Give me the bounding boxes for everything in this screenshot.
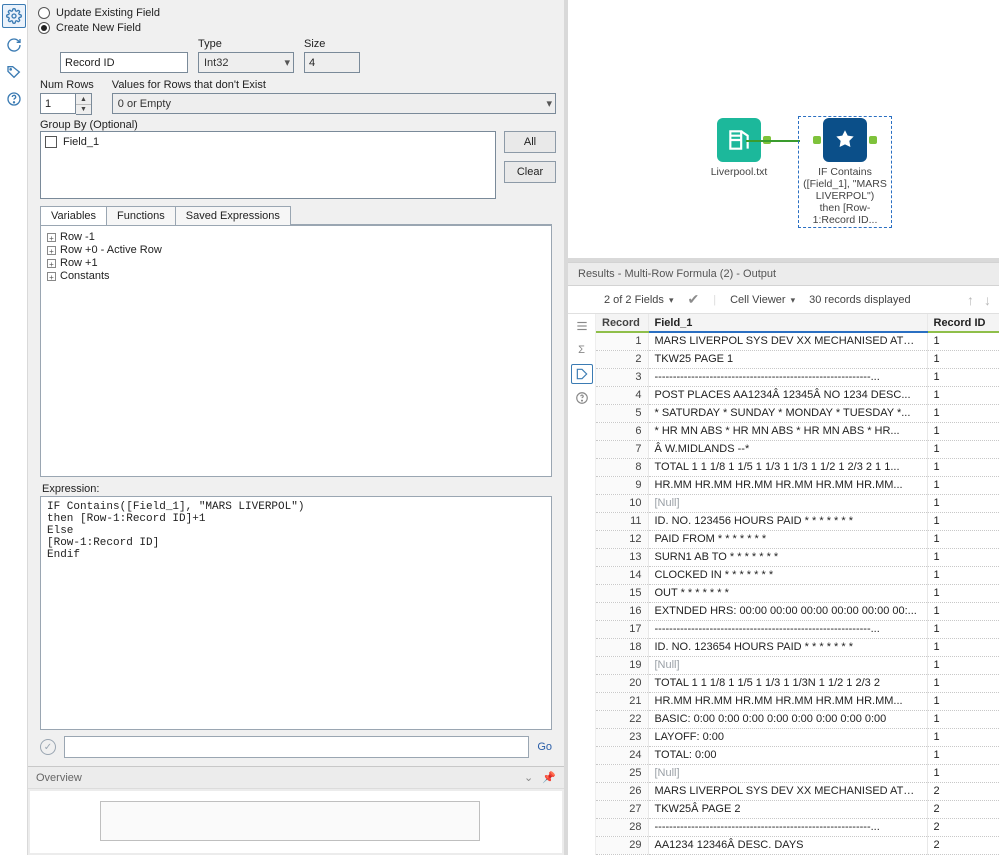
col-field1[interactable]: Field_1 — [648, 314, 927, 332]
col-recordid[interactable]: Record ID — [927, 314, 999, 332]
list-icon[interactable] — [571, 316, 593, 336]
help-small-icon[interactable] — [571, 388, 593, 408]
tool-icon-strip — [0, 0, 28, 855]
config-panel: Update Existing Field Create New Field R… — [28, 0, 568, 855]
tag-icon[interactable] — [2, 60, 26, 84]
expand-icon[interactable]: + — [47, 272, 56, 281]
records-displayed: 30 records displayed — [809, 294, 911, 306]
overview-viewport[interactable] — [100, 801, 480, 841]
formula-node-label: IF Contains ([Field_1], "MARS LIVERPOL")… — [800, 166, 890, 226]
values-select[interactable]: 0 or Empty▾ — [112, 93, 556, 114]
overview-title: Overview — [36, 772, 82, 784]
workflow-canvas[interactable]: Liverpool.txt IF Contains ([Field_1], "M… — [568, 0, 999, 262]
arrow-down-icon[interactable]: ↓ — [984, 292, 991, 308]
radio-create-new[interactable] — [38, 22, 50, 34]
radio-update-label: Update Existing Field — [56, 7, 160, 19]
col-record[interactable]: Record — [596, 314, 648, 332]
goto-input[interactable] — [64, 736, 529, 758]
sigma-icon[interactable]: Σ — [571, 340, 593, 360]
all-button[interactable]: All — [504, 131, 556, 153]
anchor-icon[interactable] — [571, 364, 593, 384]
table-row[interactable]: 22BASIC: 0:00 0:00 0:00 0:00 0:00 0:00 0… — [596, 710, 999, 728]
groupby-label: Group By (Optional) — [40, 119, 138, 131]
help-icon[interactable] — [2, 87, 26, 111]
size-input[interactable]: 4 — [304, 52, 360, 73]
go-button[interactable]: Go — [537, 741, 552, 753]
input-node-label: Liverpool.txt — [694, 166, 784, 178]
results-grid[interactable]: Record Field_1 Record ID 1MARS LIVERPOL … — [596, 314, 999, 855]
expression-tabs: Variables Functions Saved Expressions — [40, 205, 552, 225]
expand-icon[interactable]: + — [47, 246, 56, 255]
table-row[interactable]: 6* HR MN ABS * HR MN ABS * HR MN ABS * H… — [596, 422, 999, 440]
expression-label: Expression: — [42, 483, 556, 495]
arrow-up-icon[interactable]: ↑ — [967, 292, 974, 308]
size-label: Size — [304, 38, 360, 50]
table-row[interactable]: 14CLOCKED IN * * * * * * *1 — [596, 566, 999, 584]
variables-tree[interactable]: +Row -1 +Row +0 - Active Row +Row +1 +Co… — [40, 225, 552, 477]
values-label: Values for Rows that don't Exist — [112, 79, 556, 91]
table-row[interactable]: 17--------------------------------------… — [596, 620, 999, 638]
overview-panel: Overview ⌄ 📌 — [28, 766, 564, 855]
table-row[interactable]: 29AA1234 12346Â DESC. DAYS2 — [596, 836, 999, 854]
table-row[interactable]: 28--------------------------------------… — [596, 818, 999, 836]
table-row[interactable]: 24TOTAL: 0:001 — [596, 746, 999, 764]
refresh-icon[interactable] — [2, 33, 26, 57]
fields-summary[interactable]: 2 of 2 Fields ▾ — [604, 294, 674, 306]
groupby-item: Field_1 — [63, 136, 99, 148]
checkbox-field1[interactable] — [45, 136, 57, 148]
table-row[interactable]: 5* SATURDAY * SUNDAY * MONDAY * TUESDAY … — [596, 404, 999, 422]
pin-icon[interactable]: 📌 — [542, 772, 556, 784]
numrows-label: Num Rows — [40, 79, 94, 91]
results-toolbar: 2 of 2 Fields ▾ ✔ | Cell Viewer ▾ 30 rec… — [568, 286, 999, 314]
results-sidebar: Σ — [568, 314, 596, 855]
table-row[interactable]: 27TKW25Â PAGE 22 — [596, 800, 999, 818]
table-row[interactable]: 13SURN1 AB TO * * * * * * *1 — [596, 548, 999, 566]
table-row[interactable]: 20TOTAL 1 1 1/8 1 1/5 1 1/3 1 1/3N 1 1/2… — [596, 674, 999, 692]
table-row[interactable]: 4POST PLACES AA1234Â 12345Â NO 1234 DESC… — [596, 386, 999, 404]
tab-saved[interactable]: Saved Expressions — [175, 206, 291, 225]
numrows-spinner[interactable]: 1 ▲▼ — [40, 93, 94, 115]
table-row[interactable]: 25[Null]1 — [596, 764, 999, 782]
table-row[interactable]: 2TKW25 PAGE 11 — [596, 350, 999, 368]
multirow-formula-node[interactable] — [823, 118, 867, 162]
type-label: Type — [198, 38, 294, 50]
radio-update-existing[interactable] — [38, 7, 50, 19]
check-icon[interactable]: ✔ — [688, 291, 700, 308]
table-row[interactable]: 19[Null]1 — [596, 656, 999, 674]
radio-create-label: Create New Field — [56, 22, 141, 34]
tab-variables[interactable]: Variables — [40, 206, 107, 225]
status-ok-icon: ✓ — [40, 739, 56, 755]
table-row[interactable]: 26MARS LIVERPOL SYS DEV XX MECHANISED AT… — [596, 782, 999, 800]
results-title: Results - Multi-Row Formula (2) - Output — [568, 262, 999, 286]
table-row[interactable]: 8TOTAL 1 1 1/8 1 1/5 1 1/3 1 1/3 1 1/2 1… — [596, 458, 999, 476]
table-row[interactable]: 3---------------------------------------… — [596, 368, 999, 386]
expand-icon[interactable]: + — [47, 233, 56, 242]
table-row[interactable]: 15OUT * * * * * * *1 — [596, 584, 999, 602]
table-row[interactable]: 21HR.MM HR.MM HR.MM HR.MM HR.MM HR.MM...… — [596, 692, 999, 710]
expression-editor[interactable]: IF Contains([Field_1], "MARS LIVERPOL") … — [40, 496, 552, 730]
field-name-input[interactable]: Record ID — [60, 52, 188, 73]
groupby-list[interactable]: Field_1 — [40, 131, 496, 199]
table-row[interactable]: 11ID. NO. 123456 HOURS PAID * * * * * * … — [596, 512, 999, 530]
table-row[interactable]: 18ID. NO. 123654 HOURS PAID * * * * * * … — [596, 638, 999, 656]
cell-viewer[interactable]: Cell Viewer ▾ — [730, 294, 795, 306]
expand-icon[interactable]: + — [47, 259, 56, 268]
table-row[interactable]: 16EXTNDED HRS: 00:00 00:00 00:00 00:00 0… — [596, 602, 999, 620]
tab-functions[interactable]: Functions — [106, 206, 176, 225]
table-row[interactable]: 9HR.MM HR.MM HR.MM HR.MM HR.MM HR.MM...1 — [596, 476, 999, 494]
table-row[interactable]: 7Â W.MIDLANDS --*1 — [596, 440, 999, 458]
clear-button[interactable]: Clear — [504, 161, 556, 183]
table-row[interactable]: 23LAYOFF: 0:001 — [596, 728, 999, 746]
table-row[interactable]: 12PAID FROM * * * * * * *1 — [596, 530, 999, 548]
table-row[interactable]: 1MARS LIVERPOL SYS DEV XX MECHANISED ATT… — [596, 332, 999, 350]
chevron-down-icon[interactable]: ⌄ — [524, 772, 533, 784]
table-row[interactable]: 10[Null]1 — [596, 494, 999, 512]
type-select[interactable]: Int32▾ — [198, 52, 294, 73]
gear-icon[interactable] — [2, 4, 26, 28]
